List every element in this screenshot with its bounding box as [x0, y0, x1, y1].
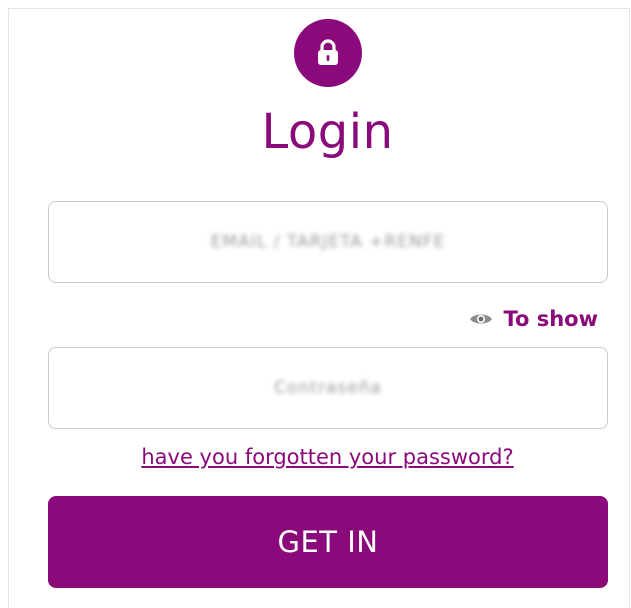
show-password-toggle[interactable]: To show — [469, 307, 598, 331]
password-field[interactable] — [49, 347, 607, 429]
eye-icon — [470, 314, 493, 324]
email-field[interactable] — [49, 201, 607, 283]
login-panel: Login To show have you forgotten your pa… — [8, 8, 630, 608]
email-field-container — [48, 201, 608, 283]
lock-icon — [318, 39, 338, 65]
show-password-label: To show — [503, 307, 598, 331]
lock-badge — [294, 19, 362, 87]
password-field-container — [48, 347, 608, 429]
page-title: Login — [261, 104, 394, 160]
forgot-password-link[interactable]: have you forgotten your password? — [9, 445, 631, 469]
get-in-button[interactable]: GET IN — [48, 496, 608, 588]
